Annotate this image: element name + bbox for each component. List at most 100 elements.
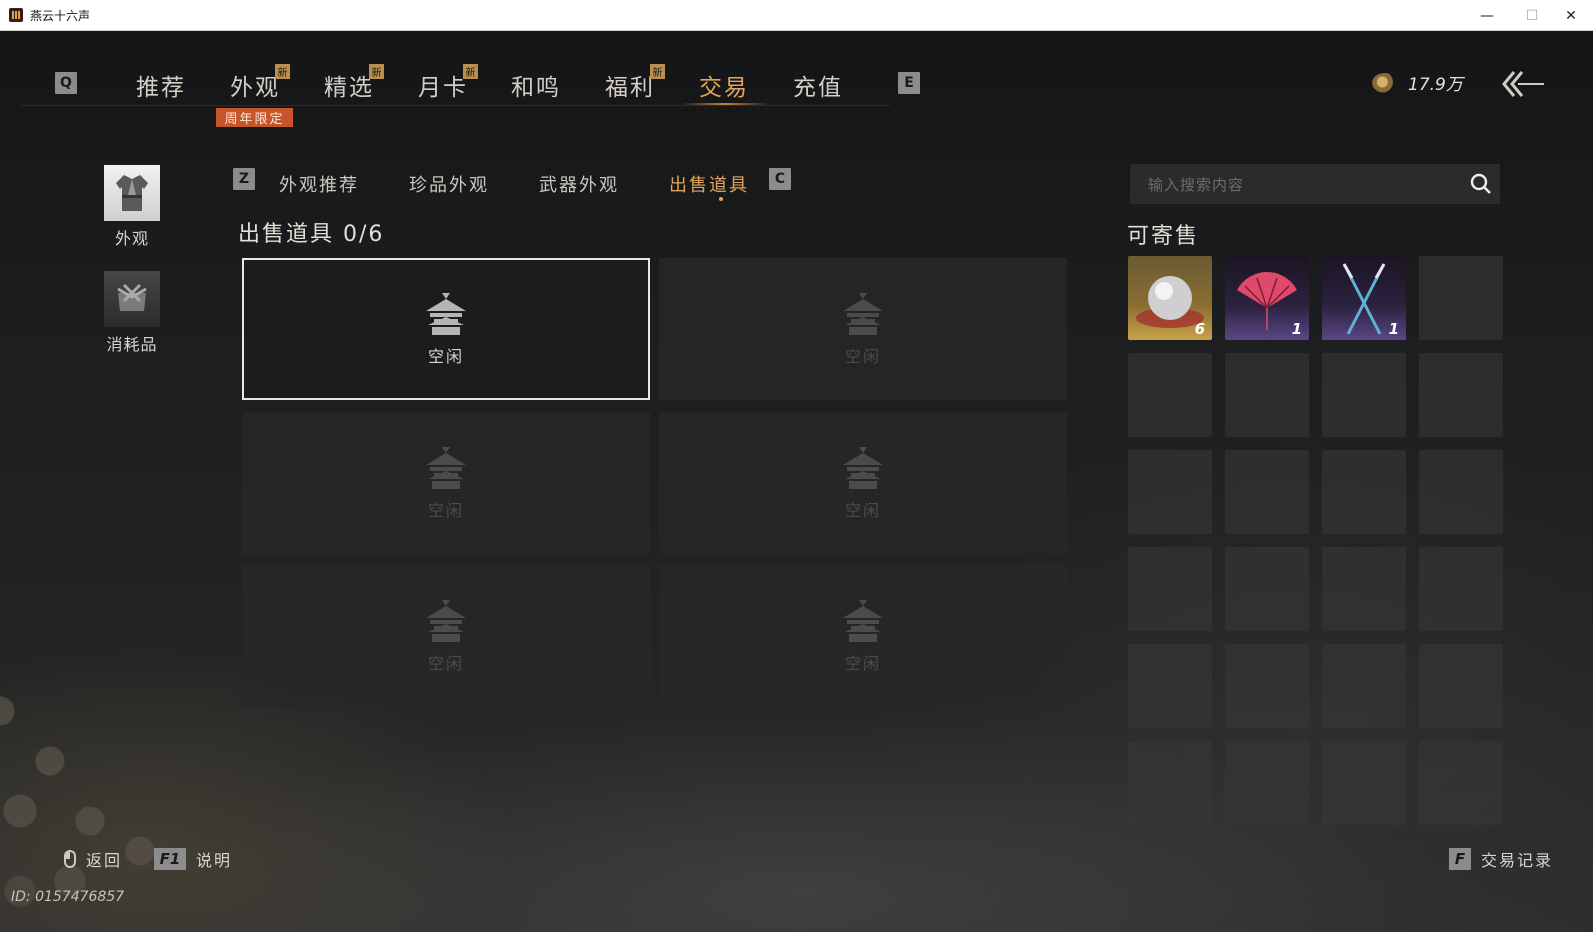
help-hint[interactable]: F1 说明: [154, 847, 232, 871]
sidebar-item-appearance[interactable]: 外观: [104, 165, 160, 249]
close-button[interactable]: ✕: [1548, 0, 1593, 31]
robe-icon: [104, 165, 160, 221]
back-label: 返回: [86, 851, 123, 870]
inventory-cell-empty[interactable]: [1225, 741, 1309, 825]
inventory-cell-empty[interactable]: [1322, 353, 1406, 437]
window-title: 燕云十六声: [30, 9, 91, 23]
currency-display: 17.9万: [1372, 70, 1463, 95]
slot-label: 空闲: [427, 347, 464, 366]
search-icon[interactable]: [1470, 173, 1492, 195]
search-input[interactable]: [1146, 173, 1450, 197]
help-label: 说明: [196, 851, 233, 870]
bundle-icon: [104, 271, 160, 327]
inventory-cell[interactable]: 1: [1225, 256, 1309, 340]
inventory-cell-empty[interactable]: [1419, 353, 1503, 437]
sell-slot[interactable]: 空闲: [242, 258, 650, 400]
pavilion-icon: [426, 293, 466, 335]
key-hint-f: F: [1449, 848, 1471, 870]
slot-label: 空闲: [427, 501, 464, 520]
slot-label: 空闲: [844, 654, 881, 673]
sell-slot[interactable]: 空闲: [659, 412, 1067, 554]
inventory-cell-empty[interactable]: [1128, 741, 1212, 825]
search-box[interactable]: [1130, 164, 1500, 204]
pavilion-icon: [426, 600, 466, 642]
inventory-cell-empty[interactable]: [1128, 353, 1212, 437]
inventory-cell-empty[interactable]: [1225, 450, 1309, 534]
tab-welfare[interactable]: 福利: [605, 68, 655, 101]
currency-value: 17.9万: [1408, 75, 1463, 95]
inventory-cell-empty[interactable]: [1322, 644, 1406, 728]
minimize-button[interactable]: —: [1464, 0, 1510, 31]
pavilion-icon: [843, 600, 883, 642]
inventory-cell-empty[interactable]: [1225, 353, 1309, 437]
anniversary-badge: 周年限定: [216, 108, 293, 127]
pavilion-icon: [426, 447, 466, 489]
active-subtab-dot: [719, 197, 723, 201]
tab-featured[interactable]: 精选: [324, 68, 374, 101]
player-id: ID: 0157476857: [11, 889, 125, 905]
key-hint-c[interactable]: C: [769, 168, 791, 190]
game-screen: Q 推荐 外观 新 周年限定 精选 新 月卡 新 和鸣 福利 新 交易 充值 E…: [0, 31, 1593, 932]
pavilion-icon: [843, 293, 883, 335]
app-icon: [9, 8, 23, 22]
new-badge: 新: [369, 64, 384, 79]
subtab-sell-items[interactable]: 出售道具: [669, 171, 749, 197]
item-count: 6: [1194, 320, 1205, 338]
new-badge: 新: [275, 64, 290, 79]
back-hint[interactable]: 返回: [64, 847, 122, 871]
item-count: 1: [1388, 320, 1399, 338]
key-hint-e[interactable]: E: [898, 72, 920, 94]
subtab-rare-appearance[interactable]: 珍品外观: [409, 171, 489, 197]
inventory-cell-empty[interactable]: [1419, 644, 1503, 728]
subtab-weapon-appearance[interactable]: 武器外观: [539, 171, 619, 197]
consignable-title: 可寄售: [1127, 224, 1200, 249]
item-count: 1: [1291, 320, 1302, 338]
new-badge: 新: [463, 64, 478, 79]
tab-appearance[interactable]: 外观: [230, 68, 280, 101]
sell-title: 出售道具 0/6: [238, 222, 385, 247]
coin-icon: [1372, 72, 1398, 93]
inventory-cell-empty[interactable]: [1419, 741, 1503, 825]
tab-monthly-card[interactable]: 月卡: [418, 68, 468, 101]
sidebar-item-label: 外观: [114, 229, 149, 248]
inventory-cell-empty[interactable]: [1419, 450, 1503, 534]
subtab-appearance-recommend[interactable]: 外观推荐: [279, 171, 359, 197]
back-arrow-icon[interactable]: [1500, 68, 1546, 100]
active-tab-underline: [680, 103, 770, 105]
sell-slot[interactable]: 空闲: [659, 258, 1067, 400]
sidebar-item-consumables[interactable]: 消耗品: [104, 271, 160, 355]
key-hint-f1: F1: [154, 848, 186, 870]
slot-label: 空闲: [427, 654, 464, 673]
inventory-cell-empty[interactable]: [1322, 741, 1406, 825]
new-badge: 新: [650, 64, 665, 79]
trade-record-label: 交易记录: [1481, 851, 1554, 870]
inventory-cell-empty[interactable]: [1322, 547, 1406, 631]
sell-slot[interactable]: 空闲: [659, 565, 1067, 707]
inventory-cell-empty[interactable]: [1225, 547, 1309, 631]
inventory-cell-empty[interactable]: [1225, 644, 1309, 728]
key-hint-z[interactable]: Z: [233, 168, 255, 190]
tab-recommend[interactable]: 推荐: [136, 68, 186, 101]
sell-slot[interactable]: 空闲: [242, 565, 650, 707]
inventory-cell-empty[interactable]: [1128, 450, 1212, 534]
key-hint-q[interactable]: Q: [55, 72, 77, 94]
inventory-cell-empty[interactable]: [1128, 547, 1212, 631]
slot-label: 空闲: [844, 501, 881, 520]
slot-label: 空闲: [844, 347, 881, 366]
sell-slot[interactable]: 空闲: [242, 412, 650, 554]
nav-divider: [20, 105, 890, 106]
trade-record-hint[interactable]: F 交易记录: [1449, 847, 1553, 871]
mouse-icon: [64, 850, 76, 868]
window-titlebar: 燕云十六声 — ☐ ✕: [0, 0, 1593, 31]
sidebar-item-label: 消耗品: [106, 335, 158, 354]
inventory-cell[interactable]: 1: [1322, 256, 1406, 340]
pavilion-icon: [843, 447, 883, 489]
inventory-cell-empty[interactable]: [1128, 644, 1212, 728]
inventory-cell-empty[interactable]: [1419, 547, 1503, 631]
tab-harmony[interactable]: 和鸣: [511, 68, 561, 101]
tab-trade[interactable]: 交易: [699, 68, 749, 101]
tab-recharge[interactable]: 充值: [793, 68, 843, 101]
inventory-cell-empty[interactable]: [1322, 450, 1406, 534]
inventory-cell[interactable]: 6: [1128, 256, 1212, 340]
inventory-cell-empty[interactable]: [1419, 256, 1503, 340]
